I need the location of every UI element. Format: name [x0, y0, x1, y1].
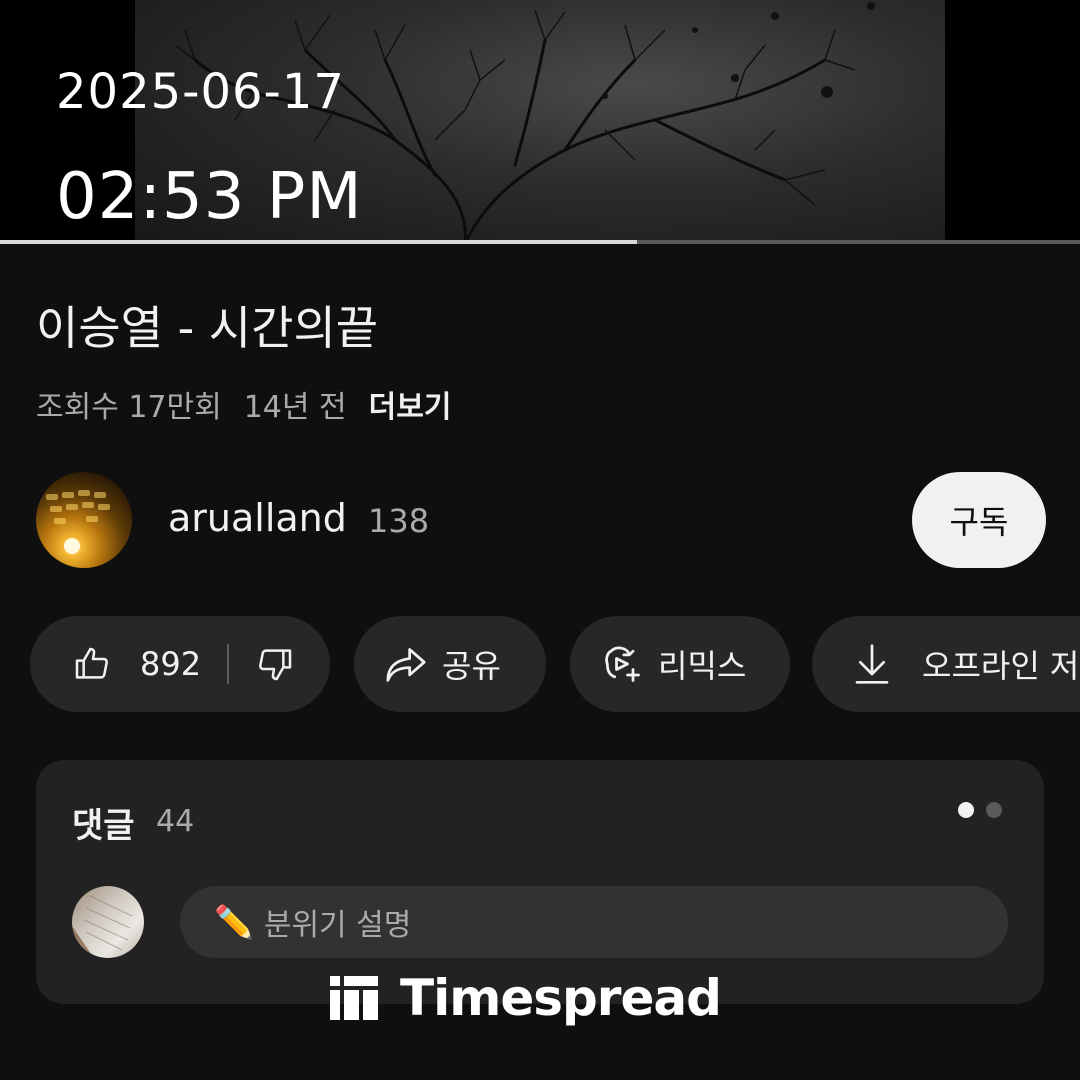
remix-button[interactable]: 리믹스	[570, 616, 790, 712]
comments-title: 댓글	[72, 806, 135, 846]
upload-age: 14년 전	[243, 390, 347, 425]
subscriber-count: 138	[368, 502, 430, 540]
progress-bar-fill	[0, 240, 638, 244]
page-indicator	[958, 802, 1002, 818]
video-title[interactable]: 이승열 - 시간의끝	[36, 292, 378, 358]
user-avatar	[72, 886, 144, 958]
like-count: 892	[140, 645, 202, 683]
timespread-logo-icon	[330, 976, 378, 1020]
progress-bar[interactable]	[0, 240, 1080, 244]
channel-avatar[interactable]	[36, 472, 132, 568]
page-dot	[986, 802, 1002, 818]
timestamp-date: 2025-06-17	[56, 64, 345, 120]
download-icon	[855, 644, 889, 684]
subscribe-button[interactable]: 구독	[912, 472, 1046, 568]
watermark-text: Timespread	[400, 969, 722, 1027]
comments-card[interactable]: 댓글 44 ✏️ 분위기 설명	[36, 760, 1044, 1004]
share-label: 공유	[442, 647, 501, 685]
dislike-button[interactable]	[255, 644, 295, 684]
channel-name[interactable]: arualland	[168, 496, 347, 540]
channel-row: arualland 138 구독	[36, 472, 1046, 568]
comment-input[interactable]: ✏️ 분위기 설명	[180, 886, 1008, 958]
download-button[interactable]: 오프라인 저	[812, 616, 1080, 712]
video-player[interactable]: 2025-06-17 02:53 PM	[0, 0, 1080, 244]
action-bar: 892 공유 리믹스 오프라인 저	[30, 616, 1080, 712]
more-link[interactable]: 더보기	[369, 382, 452, 426]
comment-placeholder: 분위기 설명	[263, 908, 412, 943]
view-count: 조회수 17만회	[36, 390, 222, 425]
share-arrow-icon	[386, 648, 426, 682]
remix-label: 리믹스	[658, 647, 747, 685]
video-meta[interactable]: 조회수 17만회 14년 전 더보기	[36, 382, 451, 426]
share-button[interactable]: 공유	[354, 616, 546, 712]
avatar-paper-image	[72, 895, 133, 958]
thumbs-up-icon	[75, 647, 108, 679]
timestamp-time: 02:53 PM	[56, 160, 363, 234]
like-divider	[227, 644, 230, 684]
remix-icon	[605, 646, 640, 682]
page-dot-active	[958, 802, 974, 818]
avatar-lights-image	[46, 490, 110, 554]
like-button[interactable]: 892	[72, 644, 201, 684]
thumbs-down-icon	[259, 649, 292, 681]
like-dislike-pill: 892	[30, 616, 330, 712]
download-label: 오프라인 저	[922, 647, 1080, 685]
comments-count: 44	[156, 804, 195, 839]
pencil-icon: ✏️	[214, 903, 254, 941]
timespread-watermark: Timespread	[330, 969, 722, 1027]
